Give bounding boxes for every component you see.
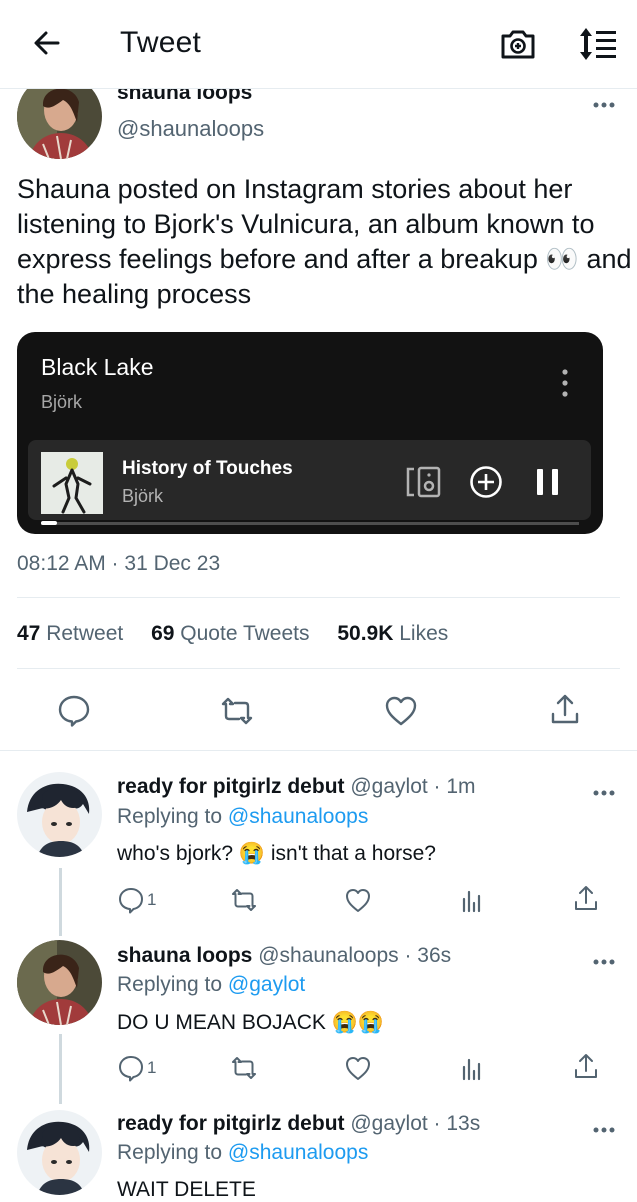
progress-track — [41, 522, 579, 525]
replying-to: Replying to @gaylot — [117, 973, 305, 997]
more-options-icon[interactable] — [592, 1121, 616, 1133]
more-options-icon[interactable] — [592, 953, 616, 965]
sort-replies-icon[interactable] — [578, 24, 622, 64]
reply-avatar[interactable] — [17, 1110, 102, 1195]
share-icon[interactable] — [572, 884, 600, 912]
replying-to-link[interactable]: @gaylot — [228, 973, 305, 996]
more-options-icon[interactable] — [592, 96, 616, 108]
album-art — [41, 452, 103, 514]
pause-icon[interactable] — [535, 467, 561, 497]
replying-to: Replying to @shaunaloops — [117, 805, 368, 829]
retweet-label[interactable]: Retweet — [46, 622, 123, 645]
divider — [17, 597, 620, 598]
reply-author-name[interactable]: ready for pitgirlz debut — [117, 775, 345, 798]
reply-header: ready for pitgirlz debut @gaylot · 13s — [117, 1112, 480, 1136]
retweet-count: 47 — [17, 622, 41, 645]
thread-line — [59, 868, 62, 936]
reply-author-name[interactable]: shauna loops — [117, 944, 252, 967]
connect-device-icon[interactable] — [405, 465, 443, 499]
likes-count: 50.9K — [337, 622, 394, 645]
replying-prefix: Replying to — [117, 805, 223, 828]
reply-header: ready for pitgirlz debut @gaylot · 1m — [117, 775, 476, 799]
quote-label[interactable]: Quote Tweets — [180, 622, 309, 645]
reply-avatar[interactable] — [17, 772, 102, 857]
divider — [17, 668, 620, 669]
replying-prefix: Replying to — [117, 973, 223, 996]
now-playing-bar[interactable]: History of Touches Björk — [28, 440, 591, 520]
reply-text: WAIT DELETE — [117, 1178, 256, 1201]
reply-header: shauna loops @shaunaloops · 36s — [117, 944, 451, 968]
quote-count: 69 — [151, 622, 175, 645]
playlist-title: Black Lake — [41, 354, 154, 380]
reply-count: 1 — [147, 890, 157, 909]
more-options-icon[interactable] — [592, 784, 616, 796]
page-title: Tweet — [120, 26, 202, 59]
replying-to-link[interactable]: @shaunaloops — [228, 805, 368, 828]
reply-text: who's bjork? 😭 isn't that a horse? — [117, 842, 436, 865]
share-icon[interactable] — [572, 1052, 600, 1080]
card-menu-icon[interactable] — [561, 368, 569, 398]
analytics-icon[interactable] — [458, 1054, 486, 1082]
tweet-stats: 47 Retweet 69 Quote Tweets 50.9K Likes — [17, 622, 470, 646]
likes-label[interactable]: Likes — [399, 622, 448, 645]
playlist-artist: Björk — [41, 392, 83, 412]
reply-handle-time: @gaylot · 13s — [350, 1112, 481, 1135]
retweet-icon[interactable] — [230, 886, 258, 914]
reply-text: DO U MEAN BOJACK 😭😭 — [117, 1011, 384, 1034]
retweet-icon[interactable] — [220, 694, 254, 728]
thread-line — [59, 1034, 62, 1104]
like-icon[interactable] — [344, 1054, 372, 1082]
music-player-card[interactable]: Black Lake Björk History of Touches Björ… — [17, 332, 603, 534]
back-arrow-icon[interactable] — [30, 26, 64, 60]
reply-count: 1 — [147, 1058, 157, 1077]
tweet-text: Shauna posted on Instagram stories about… — [17, 174, 632, 309]
reply-icon[interactable] — [117, 886, 145, 914]
reply-icon[interactable] — [57, 694, 91, 728]
top-bar: Tweet — [0, 0, 637, 89]
reply-avatar[interactable] — [17, 940, 102, 1025]
reply-handle-time: @gaylot · 1m — [350, 775, 476, 798]
tweet-timestamp: 08:12 AM · 31 Dec 23 — [17, 552, 221, 575]
like-icon[interactable] — [384, 694, 418, 728]
analytics-icon[interactable] — [458, 886, 486, 914]
like-icon[interactable] — [344, 886, 372, 914]
reply-icon[interactable] — [117, 1054, 145, 1082]
retweet-icon[interactable] — [230, 1054, 258, 1082]
track-artist: Björk — [122, 486, 164, 506]
divider — [0, 750, 637, 751]
replying-to-link[interactable]: @shaunaloops — [228, 1141, 368, 1164]
track-title: History of Touches — [122, 458, 293, 479]
replying-to: Replying to @shaunaloops — [117, 1141, 368, 1165]
progress-fill[interactable] — [41, 521, 57, 525]
reply-author-name[interactable]: ready for pitgirlz debut — [117, 1112, 345, 1135]
share-icon[interactable] — [548, 692, 582, 726]
camera-add-icon[interactable] — [498, 24, 538, 64]
reply-handle-time: @shaunaloops · 36s — [258, 944, 452, 967]
author-handle[interactable]: @shaunaloops — [117, 116, 264, 142]
add-to-library-icon[interactable] — [469, 465, 503, 499]
replying-prefix: Replying to — [117, 1141, 223, 1164]
